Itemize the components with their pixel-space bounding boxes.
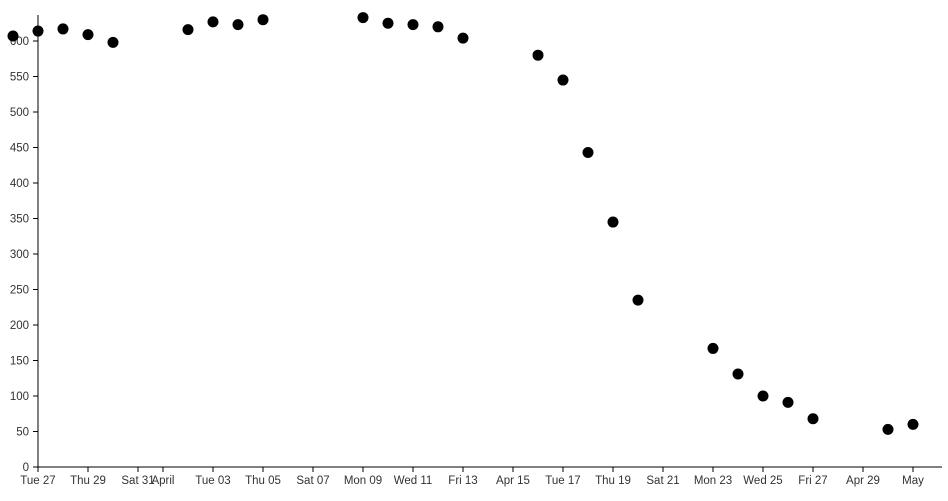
value-axis-tick-label: 200 (10, 320, 29, 332)
data-point: Fri 30: 598 (107, 36, 119, 48)
data-point: Mon 30: 53 (882, 423, 894, 435)
value-axis-tick-label: 300 (10, 249, 29, 261)
data-point: Thu 26: 91 (782, 396, 794, 408)
date-axis-tick-label: May (902, 475, 924, 487)
data-point: Fri 27: 68 (807, 413, 819, 425)
data-point: Wed 04: 623 (232, 19, 244, 31)
data-point: Tue 03: 627 (207, 16, 219, 28)
date-axis-tick-label: Tue 17 (545, 475, 580, 487)
value-axis-tick-label: 500 (10, 107, 29, 119)
date-axis-tick-label: Thu 19 (595, 475, 631, 487)
data-point: May 01: 60 (907, 418, 919, 430)
date-axis-tick-label: Wed 25 (743, 475, 782, 487)
data-point: Thu 19: 345 (607, 216, 619, 228)
data-point: Mon 26: 607 (7, 30, 19, 42)
value-axis-tick-label: 150 (10, 356, 29, 368)
date-axis-tick-label: Fri 27 (798, 475, 827, 487)
date-axis-tick-label: Tue 03 (195, 475, 230, 487)
data-point: Mon 09: 633 (357, 12, 369, 24)
data-point-series: Mon 26: 607 Tue 27: 614 Wed 28: 617 Thu 29:… (7, 12, 919, 435)
value-axis-tick-label: 400 (10, 178, 29, 190)
data-point: Mon 23: 167 (707, 342, 719, 354)
date-axis-tick-label: Mon 23 (694, 475, 732, 487)
data-point: Tue 27: 614 (32, 25, 44, 37)
date-axis: Tue 27 Thu 29 Sat 31April Tue 03 Thu 05 Sat 0… (20, 466, 942, 487)
value-axis-tick-label: 250 (10, 285, 29, 297)
value-axis-tick-label: 450 (10, 143, 29, 155)
date-axis-tick-label: Mon 09 (344, 475, 382, 487)
data-point: Tue 24: 131 (732, 368, 744, 380)
data-point: Wed 11: 623 (407, 19, 419, 31)
value-axis-tick-label: 550 (10, 72, 29, 84)
data-point: Thu 29: 609 (82, 29, 94, 41)
data-point: Thu 05: 630 (257, 14, 269, 26)
date-axis-tick-label: Apr 15 (496, 475, 530, 487)
data-point: Thu 12: 620 (432, 21, 444, 33)
date-axis-tick-label: Fri 13 (448, 475, 477, 487)
date-axis-tick-label: Tue 27 (20, 475, 55, 487)
plot-area: 050100150200250300350400450500550600 Tue… (7, 12, 942, 487)
value-axis-tick-label: 0 (23, 462, 29, 474)
data-point: Wed 18: 443 (582, 146, 594, 158)
date-axis-tick-label: Thu 29 (70, 475, 106, 487)
data-point: Tue 10: 625 (382, 17, 394, 29)
data-point: Mon 16: 580 (532, 49, 544, 61)
date-axis-tick-label: Sat 31 (121, 475, 154, 487)
value-axis-tick-label: 100 (10, 391, 29, 403)
value-axis: 050100150200250300350400450500550600 (10, 15, 39, 474)
data-point: Fri 20: 235 (632, 294, 644, 306)
scatter-chart: 0 50 100 150 200 250 300 350 400 450 500 550 600 Tue… (0, 0, 948, 501)
date-axis-tick-label: April (151, 475, 174, 487)
date-axis-tick-label: Apr 29 (846, 475, 880, 487)
date-axis-tick-label: Sat 07 (296, 475, 329, 487)
date-axis-tick-label: Thu 05 (245, 475, 281, 487)
data-point: Mon 02: 616 (182, 24, 194, 36)
data-point: Wed 25: 100 (757, 390, 769, 402)
value-axis-tick-label: 350 (10, 214, 29, 226)
data-point: Wed 28: 617 (57, 23, 69, 35)
value-axis-tick-label: 50 (16, 427, 29, 439)
date-axis-tick-label: Sat 21 (646, 475, 679, 487)
date-axis-tick-label: Wed 11 (394, 475, 433, 487)
data-point: Fri 13: 604 (457, 32, 469, 44)
data-point: Tue 17: 545 (557, 74, 569, 86)
